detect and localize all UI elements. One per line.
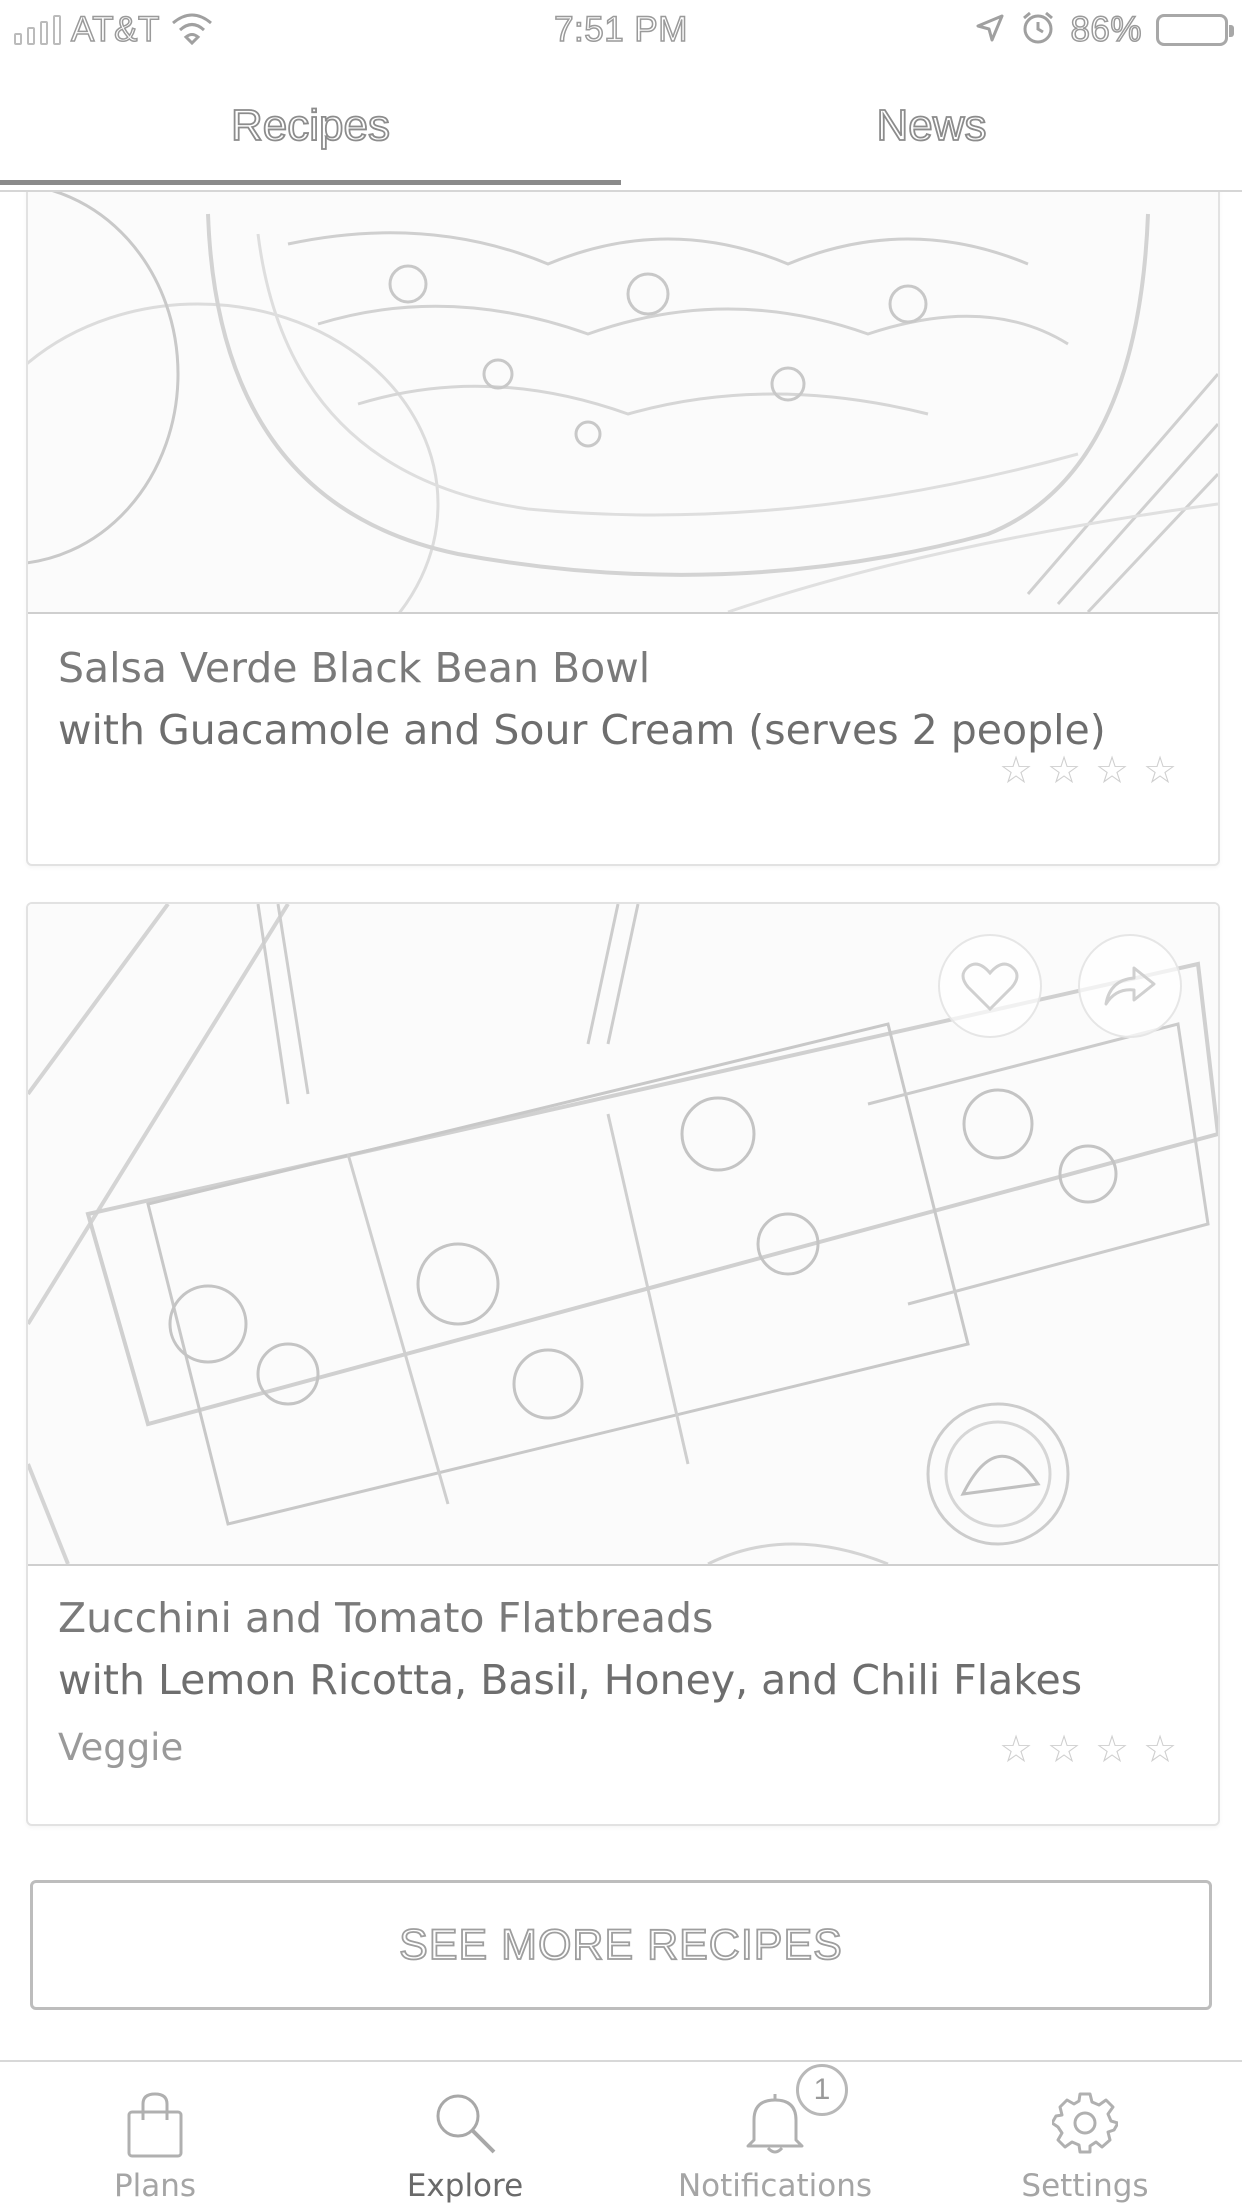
nav-notifications-label: Notifications: [677, 2168, 873, 2204]
status-time: 7:51 PM: [553, 9, 688, 50]
nav-plans-label: Plans: [113, 2168, 197, 2204]
nav-plans[interactable]: Plans: [0, 2062, 310, 2208]
bottom-tab-bar: Plans Explore 1 Notifications Settings: [0, 2060, 1242, 2208]
tab-news[interactable]: News: [621, 62, 1242, 190]
recipe-feed[interactable]: Salsa Verde Black Bean Bowl with Guacamo…: [0, 192, 1242, 2060]
battery-percent: 86%: [1070, 9, 1143, 50]
star-icon[interactable]: ☆: [998, 1727, 1034, 1771]
recipe-image-bean-bowl[interactable]: [28, 192, 1218, 614]
top-tab-bar: Recipes News: [0, 62, 1242, 192]
recipe-image-flatbreads[interactable]: [28, 904, 1218, 1566]
status-right: 86%: [974, 9, 1234, 51]
nav-explore-label: Explore: [406, 2168, 524, 2204]
notification-badge: 1: [796, 2064, 848, 2116]
rating-stars[interactable]: ☆ ☆ ☆ ☆: [998, 1727, 1178, 1771]
nav-explore[interactable]: Explore: [310, 2062, 620, 2208]
recipe-subtitle: with Guacamole and Sour Cream (serves 2 …: [58, 706, 1106, 754]
recipe-subtitle: with Lemon Ricotta, Basil, Honey, and Ch…: [58, 1656, 1083, 1704]
recipe-title: Salsa Verde Black Bean Bowl: [58, 644, 651, 692]
shopping-bag-icon: [0, 2090, 310, 2162]
gear-icon: [930, 2090, 1240, 2162]
nav-settings[interactable]: Settings: [930, 2062, 1240, 2208]
star-icon[interactable]: ☆: [1142, 1727, 1178, 1771]
tab-selected-indicator: [0, 180, 621, 185]
star-icon[interactable]: ☆: [1142, 748, 1178, 792]
star-icon[interactable]: ☆: [998, 748, 1034, 792]
heart-icon: [960, 959, 1020, 1013]
star-icon[interactable]: ☆: [1046, 1727, 1082, 1771]
alarm-icon: [1020, 10, 1056, 51]
search-icon: [310, 2090, 620, 2162]
star-icon[interactable]: ☆: [1094, 748, 1130, 792]
nav-settings-label: Settings: [1021, 2168, 1149, 2204]
location-arrow-icon: [974, 12, 1006, 49]
favorite-button[interactable]: [938, 934, 1042, 1038]
see-more-recipes-button[interactable]: SEE MORE RECIPES: [30, 1880, 1212, 2010]
bell-icon: [620, 2090, 930, 2162]
nav-notifications[interactable]: 1 Notifications: [620, 2062, 930, 2208]
app-screen: AT&T 7:51 PM 86% Recipes News Salsa Verd…: [0, 0, 1242, 2208]
tab-recipes[interactable]: Recipes: [0, 62, 621, 190]
rating-stars[interactable]: ☆ ☆ ☆ ☆: [998, 748, 1178, 792]
star-icon[interactable]: ☆: [1094, 1727, 1130, 1771]
recipe-title: Zucchini and Tomato Flatbreads: [58, 1594, 714, 1642]
recipe-card[interactable]: Zucchini and Tomato Flatbreads with Lemo…: [26, 902, 1220, 1826]
star-icon[interactable]: ☆: [1046, 748, 1082, 792]
recipe-card[interactable]: Salsa Verde Black Bean Bowl with Guacamo…: [26, 192, 1220, 866]
share-icon: [1102, 962, 1158, 1010]
recipe-tag: Veggie: [58, 1726, 184, 1769]
status-bar: AT&T 7:51 PM 86%: [0, 0, 1242, 62]
battery-icon: [1156, 14, 1234, 46]
share-button[interactable]: [1078, 934, 1182, 1038]
